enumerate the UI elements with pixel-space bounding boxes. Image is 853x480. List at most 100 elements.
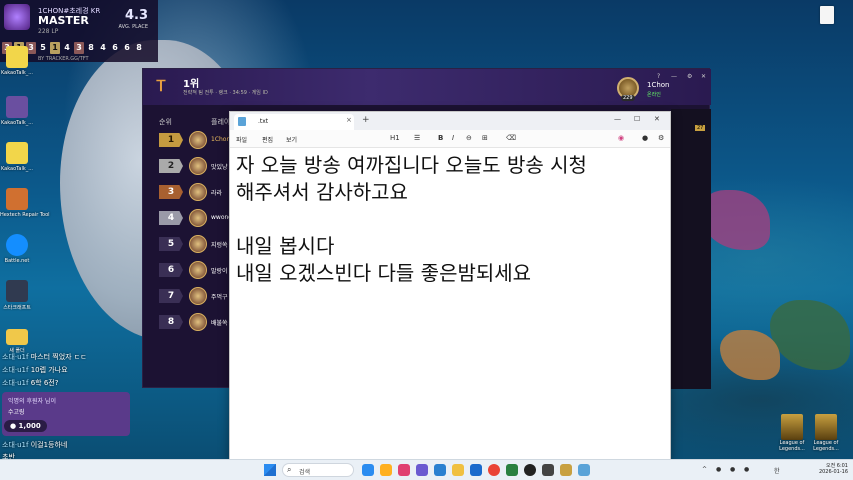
kakaotalk-icon [6, 46, 28, 68]
taskbar-app-icon[interactable] [488, 464, 500, 476]
tft-match-info: 전략적 팀 전투 · 랭크 · 34:59 · 게임 ID [183, 90, 268, 96]
desktop-file-icon[interactable] [820, 6, 834, 24]
maximize-icon[interactable]: ☐ [634, 115, 640, 123]
ime-indicator[interactable]: 한 [774, 466, 780, 475]
help-icon[interactable]: ? [657, 73, 660, 80]
copilot-icon[interactable]: ◉ [618, 134, 624, 142]
taskbar-app-icon[interactable] [524, 464, 536, 476]
tft-side-panel: 27 [671, 109, 711, 389]
tray-icon[interactable]: ● [744, 466, 749, 473]
tft-avg-value: 4.3 [124, 8, 148, 23]
placement-badge: 6 [124, 43, 130, 52]
new-tab-icon[interactable]: + [362, 115, 370, 125]
taskbar-app-icon[interactable] [542, 464, 554, 476]
desktop-icon-label: KakaoTalk_... [0, 120, 34, 126]
taskbar-clock[interactable]: 오전 6:01 2026-01-16 [808, 462, 848, 475]
tft-result-row[interactable]: 7 주먹구 [159, 287, 229, 305]
search-placeholder: 검색 [299, 469, 311, 476]
taskbar-app-icon[interactable] [398, 464, 410, 476]
taskbar-app-icon[interactable] [470, 464, 482, 476]
taskbar-app-icon[interactable] [380, 464, 392, 476]
bold-icon[interactable]: B [438, 134, 443, 142]
taskbar-app-icon[interactable] [560, 464, 572, 476]
taskbar-app-icon[interactable] [362, 464, 374, 476]
player-avatar [189, 209, 207, 227]
start-icon[interactable] [264, 464, 276, 476]
kakaotalk-icon [6, 142, 28, 164]
menu-edit[interactable]: 편집 [262, 135, 273, 144]
folder-icon [6, 329, 28, 345]
tft-logo-icon: Ꭲ [157, 77, 167, 95]
tray-chevron-icon[interactable]: ^ [702, 466, 707, 473]
chat-username: 소대·u1f [2, 441, 29, 449]
tft-result-row[interactable]: 3 라라 [159, 183, 229, 201]
notepad-window: .txt × + — ☐ ✕ 파일 편집 보기 H1 ☰ B I ⊖ ⊞ ⌫ ◉… [229, 111, 671, 461]
tray-icon[interactable]: ● [730, 466, 735, 473]
link-icon[interactable]: ⊖ [466, 134, 472, 142]
player-avatar [189, 157, 207, 175]
tft-result-row[interactable]: 1 1Chon [159, 131, 230, 149]
notepad-text-area[interactable]: 자 오늘 방송 여까집니다 오늘도 방송 시청 해주셔서 감사하고요 내일 봅시… [236, 152, 666, 452]
player-avatar [189, 235, 207, 253]
clock-time: 오전 6:01 [825, 463, 848, 469]
coin-icon: ● [10, 422, 17, 430]
heading-dropdown[interactable]: H1 [390, 134, 400, 142]
rank-badge: 3 [159, 185, 183, 199]
desktop-icon-hextech[interactable]: Hextech Repair Tool [0, 188, 50, 218]
donation-amount-value: 1,000 [18, 422, 41, 430]
battlenet-icon [6, 234, 28, 256]
chat-username: 소대·u1f [2, 366, 29, 374]
settings-icon[interactable]: ⚙ [687, 73, 692, 80]
table-icon[interactable]: ⊞ [482, 134, 488, 142]
clear-format-icon[interactable]: ⌫ [506, 134, 516, 142]
close-icon[interactable]: ✕ [701, 73, 706, 80]
taskbar-app-icon[interactable] [578, 464, 590, 476]
tft-result-row[interactable]: 6 말랑이 [159, 261, 229, 279]
taskbar-search[interactable]: ⌕ 검색 [282, 463, 354, 477]
lol-icon [781, 414, 803, 440]
desktop-icon-battlenet[interactable]: Battle.net [0, 234, 34, 264]
taskbar-app-icon[interactable] [416, 464, 428, 476]
close-icon[interactable]: ✕ [654, 115, 660, 123]
tray-icon[interactable]: ● [716, 466, 721, 473]
tft-user-level: 229 [621, 95, 635, 101]
notepad-tab[interactable]: .txt × [234, 114, 354, 130]
placement-badge: 8 [136, 43, 142, 52]
search-icon: ⌕ [287, 465, 292, 474]
notepad-icon [238, 117, 246, 126]
player-avatar [189, 131, 207, 149]
tft-result-row[interactable]: 8 배불쏙 [159, 313, 229, 331]
chat-message: 소대·u1f 10렙 가나요 [2, 365, 68, 375]
tft-result-row[interactable]: 5 지렁쏙 [159, 235, 229, 253]
donation-title: 익명의 후원자 님이 [8, 398, 56, 405]
desktop-icon-lol-1[interactable]: League of Legends... [778, 414, 806, 452]
close-tab-icon[interactable]: × [346, 116, 352, 124]
account-icon[interactable]: ● [642, 134, 648, 142]
desktop-icon-starcraft[interactable]: 스타크래프트 [0, 280, 34, 311]
menu-file[interactable]: 파일 [236, 135, 247, 144]
desktop-icon-folder[interactable]: 새 폴더 [0, 326, 34, 354]
tft-avatar [4, 4, 30, 30]
minimize-icon[interactable]: — [614, 115, 621, 123]
desktop-icon-kakaotalk-2[interactable]: KakaoTalk_... [0, 96, 34, 126]
list-icon[interactable]: ☰ [414, 134, 420, 142]
taskbar-app-icon[interactable] [506, 464, 518, 476]
menu-view[interactable]: 보기 [286, 135, 297, 144]
hextech-icon [6, 188, 28, 210]
placement-badge: 1 [50, 42, 60, 54]
desktop-icon-lol-2[interactable]: League of Legends... [812, 414, 840, 452]
player-avatar [189, 183, 207, 201]
taskbar-app-icon[interactable] [452, 464, 464, 476]
chat-message: 소대·u1f 이걸1등하네 [2, 440, 67, 450]
italic-icon[interactable]: I [452, 134, 454, 142]
desktop-icon-kakaotalk-1[interactable]: KakaoTalk_... [0, 46, 34, 76]
taskbar: ⌕ 검색 ^ ● ● ● 한 오전 6:01 2026-01-16 [0, 459, 853, 480]
minimize-icon[interactable]: — [671, 73, 677, 80]
notepad-titlebar: .txt × + — ☐ ✕ [230, 112, 670, 130]
settings-icon[interactable]: ⚙ [658, 134, 664, 142]
tft-result-row[interactable]: 4 wwong [159, 209, 232, 227]
desktop-icon-kakaotalk-3[interactable]: KakaoTalk_... [0, 142, 34, 172]
taskbar-app-icon[interactable] [434, 464, 446, 476]
tft-result-row[interactable]: 2 맛있냥 [159, 157, 229, 175]
player-avatar [189, 287, 207, 305]
